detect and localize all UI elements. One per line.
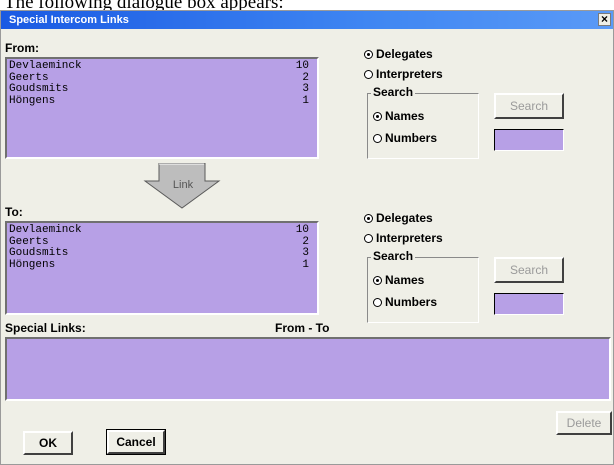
from-label: From: [5,41,39,55]
from-listbox[interactable]: Devlaeminck 10 Geerts 2 Goudsmits 3 Höngens… [5,57,319,159]
to-search-field[interactable] [494,293,564,315]
special-intercom-links-dialog: Special Intercom Links × From: Devlaemin… [0,10,614,465]
radio-selected-icon [364,49,373,59]
radio-selected-icon [373,111,382,121]
to-listbox[interactable]: Devlaeminck 10 Geerts 2 Goudsmits 3 Höngens… [5,221,319,315]
from-interpreters-radio[interactable]: Interpreters [364,67,443,81]
from-to-column-label: From - To [275,321,330,335]
delete-button[interactable]: Delete [556,411,612,435]
from-numbers-radio[interactable]: Numbers [373,131,437,145]
from-names-radio[interactable]: Names [373,109,424,123]
special-links-list[interactable] [5,337,611,401]
list-item[interactable]: Höngens 1 [9,95,317,108]
link-button-label: Link [172,179,194,191]
list-item[interactable]: Devlaeminck 10 [9,224,317,237]
to-search-group-title: Search [371,249,416,263]
cancel-button[interactable]: Cancel [106,429,166,455]
from-delegates-radio[interactable]: Delegates [364,47,433,61]
list-item[interactable]: Devlaeminck 10 [9,60,317,73]
radio-unselected-icon [364,69,373,79]
to-interpreters-radio[interactable]: Interpreters [364,231,443,245]
radio-selected-icon [364,213,373,223]
title-bar: Special Intercom Links × [1,11,613,29]
radio-unselected-icon [373,297,382,307]
to-search-group [367,257,479,323]
radio-unselected-icon [364,233,373,243]
radio-selected-icon [373,275,382,285]
to-search-button[interactable]: Search [494,257,564,283]
ok-button[interactable]: OK [23,431,73,455]
window-title: Special Intercom Links [9,14,129,26]
radio-unselected-icon [373,133,382,143]
close-icon[interactable]: × [598,13,611,26]
from-search-group-title: Search [371,85,416,99]
to-names-radio[interactable]: Names [373,273,424,287]
from-search-group [367,93,479,159]
to-delegates-radio[interactable]: Delegates [364,211,433,225]
to-label: To: [5,205,23,219]
list-item[interactable]: Goudsmits 3 [9,83,317,96]
special-links-label: Special Links: [5,321,86,335]
from-search-button[interactable]: Search [494,93,564,119]
from-search-field[interactable] [494,129,564,151]
list-item[interactable]: Goudsmits 3 [9,247,317,260]
list-item[interactable]: Höngens 1 [9,259,317,272]
to-numbers-radio[interactable]: Numbers [373,295,437,309]
